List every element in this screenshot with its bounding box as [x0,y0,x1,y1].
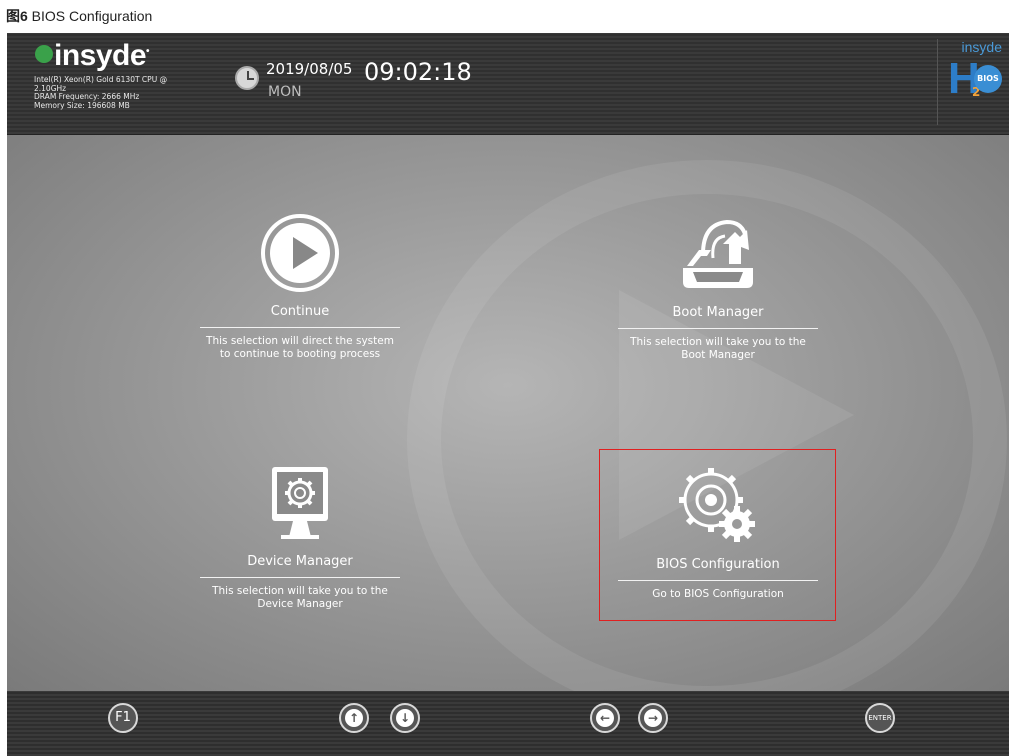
menu-item-boot-manager[interactable]: Boot Manager This selection will take yo… [618,214,818,361]
divider [618,328,818,329]
right-arrow-key-button[interactable]: → [638,703,668,733]
monitor-gear-icon [272,467,328,539]
continue-title: Continue [270,304,330,319]
up-arrow-key-button[interactable]: ↑ [339,703,369,733]
play-icon [261,214,339,292]
boot-manager-icon [683,219,753,288]
time-display: 09:02:18 [364,58,472,86]
device-manager-description: This selection will take you to the Devi… [212,585,388,610]
f1-key-button[interactable]: F1 [108,703,138,733]
right-arrow-icon: → [644,709,662,727]
header-bar: insyde• Intel(R) Xeon(R) Gold 6130T CPU … [7,33,1009,135]
weekday-display: MON [268,84,302,100]
down-arrow-key-button[interactable]: ↓ [390,703,420,733]
divider [200,327,400,328]
figure-title: BIOS Configuration [27,8,153,24]
device-manager-title: Device Manager [247,554,353,569]
boot-manager-description: This selection will take you to the Boot… [630,336,806,361]
left-arrow-icon: ← [596,709,614,727]
h2o-bios-badge: BIOS [974,65,1002,93]
insyde-logo: insyde• [35,39,150,73]
h2o-brand-text: insyde [961,39,1002,55]
figure-number: 图6 [6,8,28,24]
front-page-menu: Continue This selection will direct the … [7,135,1009,691]
continue-description: This selection will direct the system to… [206,335,394,360]
insyde-brand-text: insyde [54,39,147,72]
bios-screen: insyde• Intel(R) Xeon(R) Gold 6130T CPU … [7,33,1009,756]
insyde-h2o-logo: insyde H 2 BIOS [937,39,1008,125]
insyde-logo-mark-icon [35,45,53,63]
system-info: Intel(R) Xeon(R) Gold 6130T CPU @ 2.10GH… [34,75,209,110]
boot-manager-title: Boot Manager [672,305,764,320]
figure-caption: 图6 BIOS Configuration [6,6,152,26]
key-hint-bar: F1 ↑ ↓ ← → ENTER [7,691,1009,756]
down-arrow-icon: ↓ [396,709,414,727]
memory-size: Memory Size: 196608 MB [34,100,130,110]
left-arrow-key-button[interactable]: ← [590,703,620,733]
menu-item-continue[interactable]: Continue This selection will direct the … [200,214,400,360]
menu-item-device-manager[interactable]: Device Manager This selection will take … [200,465,400,610]
divider [200,577,400,578]
date-display: 2019/08/05 [266,60,353,78]
clock-icon [235,66,259,90]
up-arrow-icon: ↑ [345,709,363,727]
enter-key-button[interactable]: ENTER [865,703,895,733]
selection-highlight-box [599,449,836,621]
